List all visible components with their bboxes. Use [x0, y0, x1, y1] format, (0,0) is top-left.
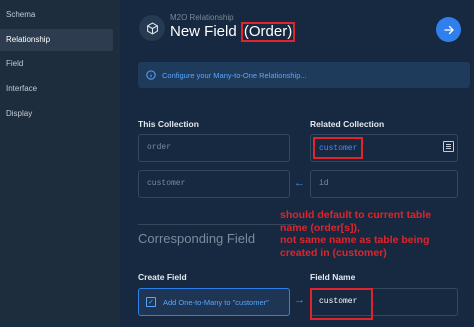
- arrow-right-icon: →: [294, 294, 305, 306]
- create-field-toggle[interactable]: ✓ Add One-to-Many to "customer": [138, 288, 290, 316]
- sidebar-item-relationship[interactable]: Relationship: [0, 29, 113, 51]
- breadcrumb: M2O Relationship: [170, 13, 234, 22]
- divider: [138, 224, 296, 225]
- page-title-text: New Field: [170, 23, 241, 40]
- page-title: New Field (Order): [170, 22, 296, 42]
- related-collection-value: customer: [319, 144, 358, 153]
- list-icon[interactable]: [443, 141, 454, 152]
- notice-text: Configure your Many-to-One Relationship.…: [162, 70, 307, 80]
- annotation-line: should default to current table: [280, 209, 432, 221]
- box-icon: [139, 15, 165, 41]
- sidebar-item-field[interactable]: Field: [0, 53, 113, 75]
- annotation-line: name (order[s]),: [280, 221, 360, 234]
- save-button[interactable]: [436, 17, 461, 42]
- field-name-label: Field Name: [310, 272, 356, 282]
- sidebar-item-display[interactable]: Display: [0, 103, 113, 125]
- title-highlight-box: (Order): [240, 22, 296, 42]
- sidebar-item-interface[interactable]: Interface: [0, 78, 113, 100]
- this-collection-input: order: [138, 134, 290, 162]
- this-field-input[interactable]: customer: [138, 170, 290, 198]
- arrow-left-icon: ←: [294, 177, 305, 189]
- info-icon: [146, 70, 156, 80]
- sidebar-item-schema[interactable]: Schema: [0, 4, 113, 26]
- create-field-option-text: Add One-to-Many to "customer": [163, 297, 269, 307]
- sidebar-item-label: Schema: [6, 10, 36, 19]
- main-panel: M2O Relationship New Field (Order) Confi…: [120, 0, 474, 327]
- annotation-line: not same name as table being: [280, 234, 430, 246]
- corresponding-field-title: Corresponding Field: [138, 231, 256, 246]
- related-field-input: id: [310, 170, 458, 198]
- field-name-highlight-box: [310, 288, 373, 320]
- arrow-right-icon: [443, 25, 454, 34]
- sidebar-item-label: Field: [6, 59, 24, 68]
- create-field-label: Create Field: [138, 272, 187, 282]
- sidebar-item-label: Display: [6, 109, 33, 118]
- annotation-line: created in (customer): [280, 246, 387, 259]
- info-notice: Configure your Many-to-One Relationship.…: [138, 62, 470, 88]
- annotation-text: should default to current table name (or…: [280, 209, 470, 259]
- sidebar: Schema Relationship Field Interface Disp…: [0, 0, 120, 327]
- checkbox-checked-icon[interactable]: ✓: [146, 297, 156, 307]
- sidebar-item-label: Relationship: [6, 35, 51, 44]
- this-collection-label: This Collection: [138, 119, 199, 129]
- related-collection-label: Related Collection: [310, 119, 385, 129]
- sidebar-item-label: Interface: [6, 84, 38, 93]
